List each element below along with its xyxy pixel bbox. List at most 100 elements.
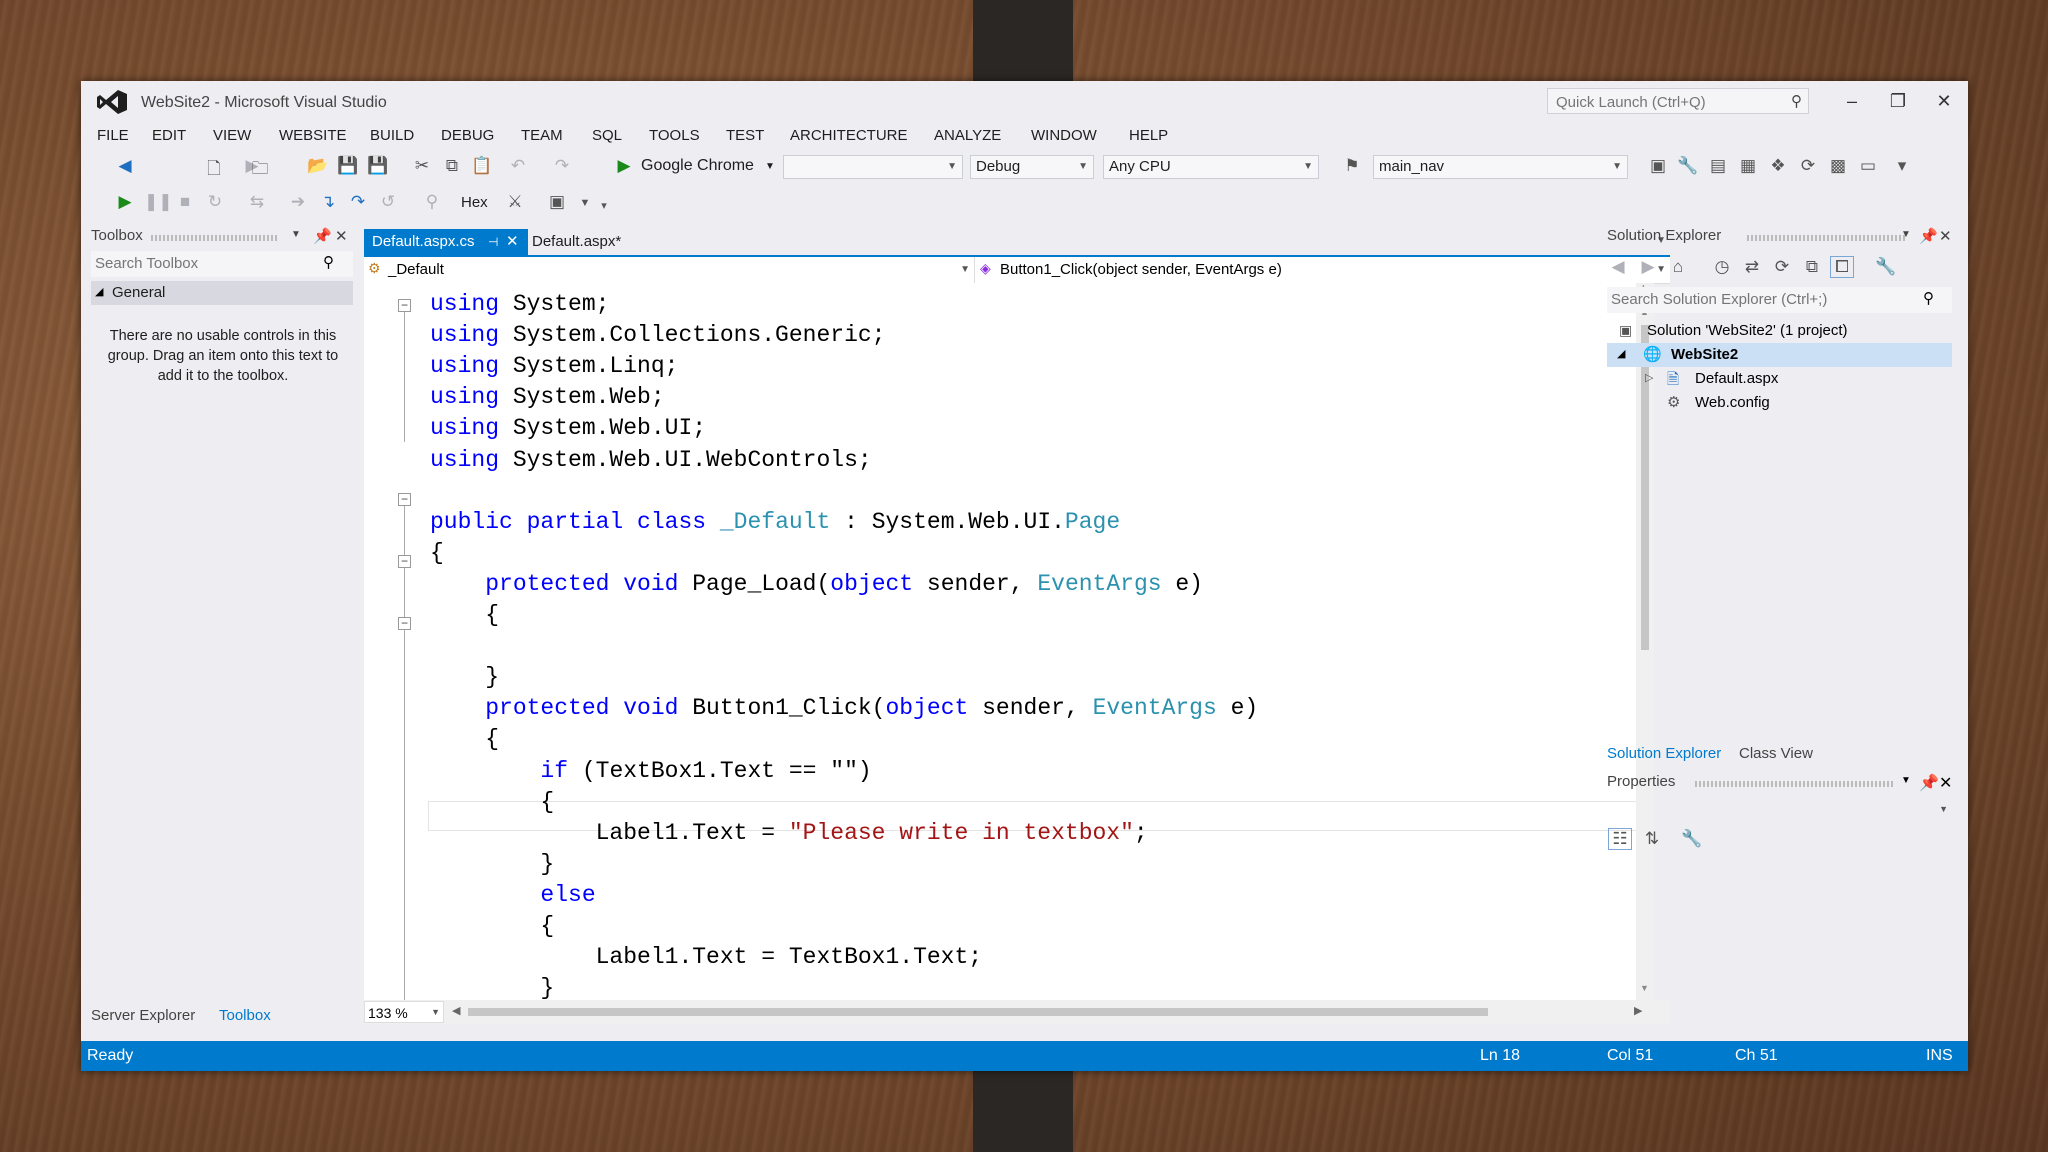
refresh-icon[interactable]: ⟳: [1797, 156, 1819, 176]
chevron-down-icon[interactable]: ▼: [1901, 229, 1911, 240]
tab-toolbox[interactable]: Toolbox: [219, 1007, 271, 1024]
chevron-down-icon[interactable]: ▼: [1901, 775, 1911, 786]
pin-icon[interactable]: 📌: [313, 227, 332, 245]
code-area[interactable]: using System; using System.Collections.Ge…: [364, 283, 1654, 1000]
code-line[interactable]: }: [430, 851, 554, 877]
forward-icon[interactable]: ▶: [1637, 257, 1659, 277]
empty-combo[interactable]: ▼: [783, 155, 963, 179]
collapse-class-icon[interactable]: −: [398, 493, 411, 506]
minimize-button[interactable]: –: [1832, 87, 1872, 115]
code-line[interactable]: using System;: [430, 291, 609, 317]
collapse-using-icon[interactable]: −: [398, 299, 411, 312]
toolbar-options-icon[interactable]: ▾: [593, 199, 615, 212]
tab-server-explorer[interactable]: Server Explorer: [91, 1007, 195, 1024]
code-line[interactable]: }: [430, 975, 554, 1000]
find-icon[interactable]: ⚲: [421, 192, 443, 212]
copy-icon[interactable]: ⧉: [441, 156, 463, 176]
chevron-down-icon[interactable]: ▼: [291, 229, 301, 240]
menu-file[interactable]: FILE: [97, 127, 129, 144]
toolbox-search[interactable]: ⚲: [91, 251, 353, 277]
collapse-page-load-icon[interactable]: −: [398, 555, 411, 568]
menu-website[interactable]: WEBSITE: [279, 127, 347, 144]
menu-team[interactable]: TEAM: [521, 127, 563, 144]
tree-file-default-aspx[interactable]: ▷ 🗎 Default.aspx: [1607, 367, 1952, 391]
tree-project[interactable]: ◢ 🌐 WebSite2: [1607, 343, 1952, 367]
code-line[interactable]: {: [430, 789, 554, 815]
categorized-icon[interactable]: ☷: [1608, 828, 1632, 850]
tab-default-aspx[interactable]: Default.aspx*: [524, 229, 652, 255]
navigate-back-icon[interactable]: ◀: [114, 156, 136, 176]
member-dropdown[interactable]: ◈ Button1_Click(object sender, EventArgs…: [976, 257, 1670, 283]
close-icon[interactable]: ✕: [1939, 773, 1952, 793]
add-item-icon[interactable]: 🗀: [249, 156, 271, 185]
close-icon[interactable]: ✕: [335, 227, 348, 245]
menu-window[interactable]: WINDOW: [1031, 127, 1097, 144]
hex-button[interactable]: Hex: [461, 194, 488, 211]
tab-class-view[interactable]: Class View: [1739, 745, 1813, 762]
new-project-icon[interactable]: 🗋: [203, 156, 225, 185]
pin-icon[interactable]: 📌: [1919, 227, 1938, 245]
redo-icon[interactable]: ↷: [551, 156, 573, 176]
search-icon[interactable]: ⚲: [1923, 289, 1934, 307]
code-line[interactable]: else: [430, 882, 595, 908]
configuration-combo[interactable]: Debug ▼: [970, 155, 1094, 179]
save-all-icon[interactable]: 💾: [367, 156, 389, 176]
menu-view[interactable]: VIEW: [213, 127, 251, 144]
menu-sql[interactable]: SQL: [592, 127, 622, 144]
code-line[interactable]: protected void Page_Load(object sender, …: [430, 571, 1203, 597]
scroll-left-icon[interactable]: ◀: [452, 1004, 460, 1017]
code-line[interactable]: using System.Web.UI.WebControls;: [430, 447, 872, 473]
continue-icon[interactable]: ▶: [114, 192, 136, 212]
toolbar-options-icon[interactable]: ▾: [1891, 156, 1913, 176]
menu-architecture[interactable]: ARCHITECTURE: [790, 127, 908, 144]
zoom-combo[interactable]: 133 % ▼: [364, 1001, 444, 1023]
drag-grip[interactable]: [151, 235, 279, 241]
restart-icon[interactable]: ↻: [204, 192, 226, 212]
toolbox-group-general[interactable]: ◢ General: [91, 281, 353, 305]
code-line[interactable]: {: [430, 726, 499, 752]
expand-arrow-icon[interactable]: ◢: [1617, 347, 1625, 360]
save-icon[interactable]: 💾: [337, 156, 359, 176]
alphabetical-icon[interactable]: ⇅: [1641, 829, 1663, 849]
pin-icon[interactable]: ⊣: [488, 229, 498, 255]
solution-search[interactable]: ⚲: [1607, 287, 1952, 313]
menu-debug[interactable]: DEBUG: [441, 127, 494, 144]
code-line[interactable]: public partial class _Default : System.W…: [430, 509, 1120, 535]
code-line[interactable]: using System.Web.UI;: [430, 415, 706, 441]
step-over-arrow-icon[interactable]: ➔: [287, 192, 309, 212]
collapse-all-icon[interactable]: ⧉: [1801, 257, 1823, 277]
menu-tools[interactable]: TOOLS: [649, 127, 700, 144]
properties-object-combo[interactable]: ▼: [1607, 799, 1952, 823]
code-line[interactable]: }: [430, 664, 499, 690]
startup-combo[interactable]: main_nav ▼: [1373, 155, 1628, 179]
chevron-down-icon[interactable]: ▼: [765, 161, 775, 172]
code-line[interactable]: Label1.Text = TextBox1.Text;: [430, 944, 982, 970]
menu-analyze[interactable]: ANALYZE: [934, 127, 1001, 144]
startup-project-icon[interactable]: ⚑: [1341, 156, 1363, 176]
solution-search-input[interactable]: [1609, 290, 1913, 309]
step-over-icon[interactable]: ↷: [347, 192, 369, 212]
code-line[interactable]: using System.Linq;: [430, 353, 678, 379]
code-line[interactable]: Label1.Text = "Please write in textbox";: [430, 820, 1148, 846]
code-line[interactable]: if (TextBox1.Text == ""): [430, 758, 871, 784]
search-icon[interactable]: ⚲: [1791, 92, 1802, 110]
cut-icon[interactable]: ✂: [411, 156, 433, 176]
object-browser-icon[interactable]: ▤: [1707, 156, 1729, 176]
tab-solution-explorer[interactable]: Solution Explorer: [1607, 745, 1721, 762]
back-icon[interactable]: ◀: [1607, 257, 1629, 277]
menu-help[interactable]: HELP: [1129, 127, 1168, 144]
exception-settings-icon[interactable]: ⚔: [504, 192, 526, 212]
restore-button[interactable]: ❐: [1878, 87, 1918, 115]
horizontal-scroll-thumb[interactable]: [468, 1008, 1488, 1016]
code-line[interactable]: {: [430, 540, 444, 566]
properties-wrench-icon[interactable]: 🔧: [1677, 156, 1699, 176]
close-icon[interactable]: ✕: [506, 229, 519, 255]
code-line[interactable]: using System.Collections.Generic;: [430, 322, 885, 348]
toolbox-empty-message[interactable]: There are no usable controls in this gro…: [101, 326, 345, 386]
pause-icon[interactable]: ❚❚: [144, 192, 173, 212]
collapsed-arrow-icon[interactable]: ▷: [1645, 371, 1653, 384]
menu-build[interactable]: BUILD: [370, 127, 414, 144]
pending-changes-filter-icon[interactable]: ◷: [1711, 257, 1733, 277]
code-line[interactable]: protected void Button1_Click(object send…: [430, 695, 1258, 721]
quick-launch-input[interactable]: [1554, 91, 1778, 113]
